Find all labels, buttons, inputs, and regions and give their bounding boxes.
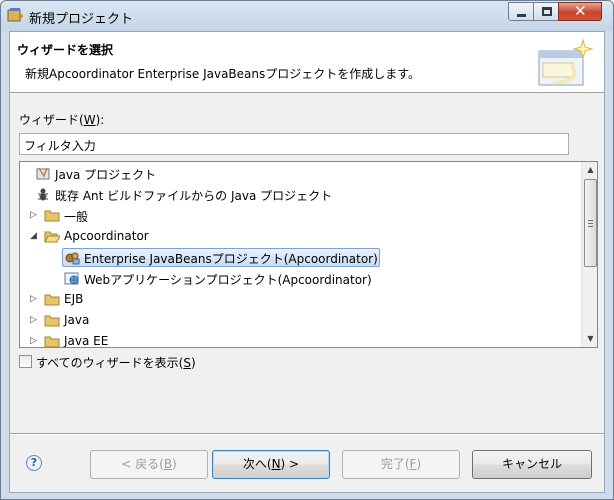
maximize-icon [542, 7, 552, 16]
tree-item-label: Enterprise JavaBeansプロジェクト(Apcoordinator… [84, 252, 378, 266]
show-all-wizards-checkbox[interactable] [19, 355, 32, 368]
folder-open-icon [44, 231, 60, 243]
wizard-header: ウィザードを選択 新規Apcoordinator Enterprise Java… [10, 32, 604, 93]
cancel-button[interactable]: キャンセル [472, 450, 592, 479]
tree-vertical-scrollbar[interactable]: ▲ ▼ [581, 162, 597, 347]
grip-line [588, 220, 593, 221]
button-bar-separator [10, 433, 604, 435]
tree-item-label: 一般 [64, 210, 89, 224]
tree-item-ejb-apcoordinator[interactable]: Enterprise JavaBeansプロジェクト(Apcoordinator… [62, 248, 382, 267]
finish-label-suffix: ) [416, 457, 422, 471]
close-button[interactable]: ✕ [558, 2, 602, 21]
show-all-label-suffix: ) [191, 356, 196, 370]
wizard-tree[interactable]: Java プロジェクト 既存 Ant ビルドファイルからの Java プロジェク… [19, 161, 598, 348]
title-bar[interactable]: 新規プロジェクト ✕ [1, 1, 613, 31]
wizards-label: ウィザード(W): [19, 111, 104, 128]
scroll-down-arrow-icon[interactable]: ▼ [582, 331, 597, 347]
tree-item-label: Java EE [64, 334, 109, 348]
expanded-chevron-icon[interactable]: ◢ [30, 231, 38, 241]
minimize-icon [517, 14, 526, 17]
scrollbar-thumb[interactable] [584, 179, 597, 267]
new-project-dialog: 新規プロジェクト ✕ ウィザードを選択 新規Apcoordinator Ente… [0, 0, 614, 500]
tree-item-label: Java [64, 313, 90, 327]
web-project-icon [64, 272, 79, 285]
ant-icon [38, 188, 48, 201]
grip-line [588, 226, 593, 227]
tree-item-ant-java-project[interactable]: 既存 Ant ビルドファイルからの Java プロジェクト [28, 185, 378, 204]
folder-icon [44, 315, 60, 327]
ejb-project-icon [65, 252, 80, 265]
tree-item-label: EJB [64, 292, 84, 306]
collapsed-chevron-icon[interactable]: ▷ [30, 336, 38, 346]
tree-item-apcoordinator[interactable]: ◢ Apcoordinator [28, 227, 188, 246]
collapsed-chevron-icon[interactable]: ▷ [30, 315, 38, 325]
tree-item-label: Apcoordinator [64, 229, 149, 243]
tree-item-label: 既存 Ant ビルドファイルからの Java プロジェクト [55, 189, 333, 203]
window-title: 新規プロジェクト [29, 12, 134, 27]
wizards-label-mnemonic: W [83, 113, 96, 127]
folder-icon [44, 336, 60, 347]
tree-item-label: Java プロジェクト [55, 168, 157, 182]
collapsed-chevron-icon[interactable]: ▷ [30, 210, 38, 220]
next-label-suffix: ) > [280, 457, 300, 471]
filter-input[interactable]: フィルタ入力 [19, 133, 569, 155]
scroll-up-arrow-icon[interactable]: ▲ [582, 162, 597, 178]
folder-icon [44, 294, 60, 306]
finish-label-prefix: 完了( [380, 457, 410, 471]
wizards-label-suffix: ): [95, 113, 105, 127]
minimize-button[interactable] [508, 2, 534, 21]
back-label-prefix: < 戻る( [121, 457, 164, 471]
tree-item-java[interactable]: ▷ Java [28, 311, 148, 330]
show-all-wizards-label: すべてのウィザードを表示(S) [36, 354, 196, 371]
dialog-body: ウィザードを選択 新規Apcoordinator Enterprise Java… [9, 31, 605, 493]
collapsed-chevron-icon[interactable]: ▷ [30, 294, 38, 304]
maximize-button[interactable] [533, 2, 559, 21]
folder-icon [44, 210, 60, 222]
finish-button[interactable]: 完了(F) [342, 450, 460, 479]
tree-item-general[interactable]: ▷ 一般 [28, 206, 148, 225]
tree-item-label: Webアプリケーションプロジェクト(Apcoordinator) [84, 273, 372, 287]
next-button[interactable]: 次へ(N) > [212, 450, 330, 479]
next-label-mnemonic: N [271, 457, 281, 471]
page-description: 新規Apcoordinator Enterprise JavaBeansプロジェ… [25, 67, 421, 81]
tree-item-java-ee[interactable]: ▷ Java EE [28, 332, 148, 348]
show-all-label-mnemonic: S [183, 356, 191, 370]
page-title: ウィザードを選択 [17, 43, 114, 57]
tree-item-java-project[interactable]: Java プロジェクト [28, 164, 328, 183]
back-button[interactable]: < 戻る(B) [90, 450, 208, 479]
wizard-banner-icon [538, 38, 594, 86]
tree-item-web-apcoordinator[interactable]: Webアプリケーションプロジェクト(Apcoordinator) [62, 269, 382, 288]
new-project-icon [7, 8, 23, 22]
grip-line [588, 223, 593, 224]
help-icon[interactable]: ? [26, 455, 42, 471]
tree-item-ejb[interactable]: ▷ EJB [28, 290, 148, 309]
back-label-mnemonic: B [163, 457, 173, 471]
close-icon: ✕ [574, 2, 587, 20]
show-all-label-prefix: すべてのウィザードを表示( [36, 356, 184, 370]
java-project-icon [36, 167, 50, 180]
wizards-label-prefix: ウィザード( [19, 113, 84, 127]
back-label-suffix: ) [172, 457, 177, 471]
next-label-prefix: 次へ( [242, 457, 272, 471]
